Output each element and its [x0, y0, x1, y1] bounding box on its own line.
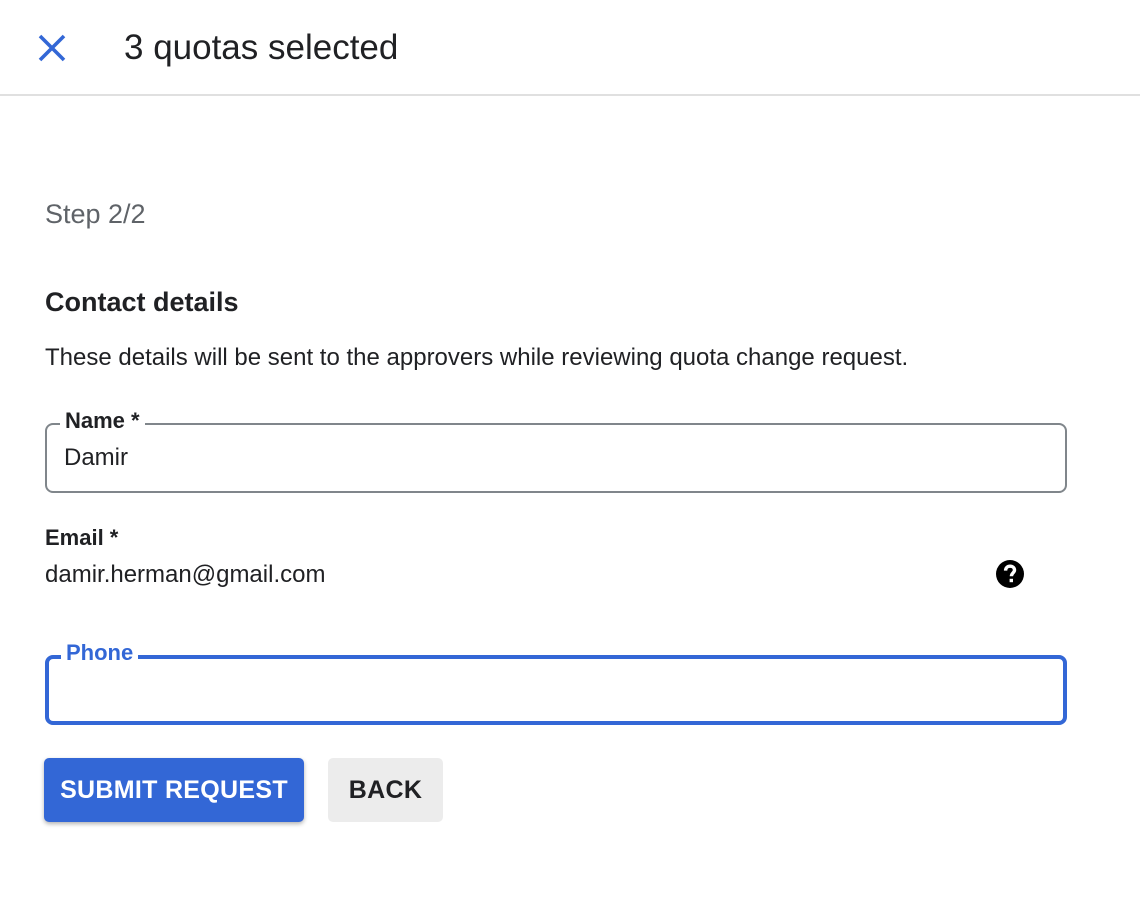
step-indicator: Step 2/2 [45, 199, 146, 229]
close-icon [38, 34, 66, 62]
dialog-header: 3 quotas selected [0, 0, 1140, 96]
phone-input[interactable] [64, 675, 1044, 705]
phone-field[interactable]: Phone [45, 640, 1067, 725]
email-value: damir.herman@gmail.com [45, 561, 326, 588]
section-title: Contact details [45, 287, 239, 317]
dialog-title: 3 quotas selected [124, 28, 399, 67]
name-field-label: Name * [60, 408, 145, 434]
section-description: These details will be sent to the approv… [45, 344, 909, 371]
name-input[interactable] [64, 443, 1044, 473]
back-button[interactable]: BACK [328, 758, 443, 822]
submit-request-button[interactable]: SUBMIT REQUEST [44, 758, 304, 822]
help-circle-icon[interactable] [994, 558, 1026, 590]
name-field[interactable]: Name * [45, 408, 1067, 493]
phone-field-label: Phone [61, 640, 139, 666]
close-button[interactable] [28, 24, 76, 72]
email-label: Email * [45, 525, 119, 550]
